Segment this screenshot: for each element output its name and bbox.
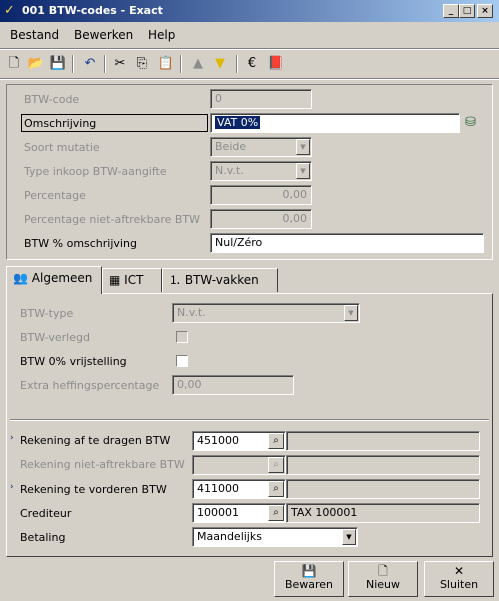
menu-bestand[interactable]: Bestand xyxy=(10,28,59,42)
menu-bewerken[interactable]: Bewerken xyxy=(74,28,133,42)
menu-help[interactable]: Help xyxy=(148,28,175,42)
required-marker-icon: › xyxy=(10,433,14,443)
copy-icon[interactable]: ⎘ xyxy=(132,54,152,74)
tab-algemeen[interactable]: 👥 Algemeen xyxy=(6,266,102,294)
euro-icon[interactable]: € xyxy=(242,54,262,74)
up-icon[interactable]: ▲ xyxy=(188,54,208,74)
chevron-down-icon: ▼ xyxy=(344,305,358,321)
type-inkoop-value: N.v.t. xyxy=(215,164,244,177)
close-button[interactable]: ✕ Sluiten xyxy=(424,561,494,597)
toolbar-divider xyxy=(0,78,499,80)
type-inkoop-select: N.v.t. ▼ xyxy=(210,161,312,181)
save-button-label: Bewaren xyxy=(284,578,334,591)
tab-btw-vakken-label: BTW-vakken xyxy=(184,273,259,287)
chevron-down-icon: ▼ xyxy=(296,163,310,179)
numbered-list-icon: ⒈ xyxy=(169,273,182,287)
lookup-icon: ⌕ xyxy=(268,457,284,473)
toolbar-separator xyxy=(180,55,182,73)
minimize-button[interactable]: _ xyxy=(443,4,459,18)
extra-heffing-label: Extra heffingspercentage xyxy=(20,379,160,392)
app-icon: ✓ xyxy=(4,3,15,18)
perc-niet-aftrekbaar-label: Percentage niet-aftrekbare BTW xyxy=(24,213,201,226)
save-icon: 💾 xyxy=(301,564,317,578)
lookup-icon[interactable]: ⌕ xyxy=(268,505,284,521)
rekening-af-te-dragen-desc xyxy=(286,431,480,451)
undo-icon[interactable]: ↶ xyxy=(80,54,100,74)
btw-verlegd-checkbox xyxy=(176,331,188,343)
omschrijving-value: VAT 0% xyxy=(215,116,261,129)
soort-mutatie-label: Soort mutatie xyxy=(24,141,100,154)
soort-mutatie-select: Beide ▼ xyxy=(210,137,312,157)
new-button-label: Nieuw xyxy=(365,578,401,591)
btw-type-select: N.v.t. ▼ xyxy=(172,303,360,323)
type-inkoop-label: Type inkoop BTW-aangifte xyxy=(24,165,167,178)
book-icon[interactable]: 📕 xyxy=(266,54,286,74)
rekening-te-vorderen-desc xyxy=(286,479,480,499)
tab-btw-vakken[interactable]: ⒈ BTW-vakken xyxy=(162,268,278,292)
rekening-af-te-dragen-label: Rekening af te dragen BTW xyxy=(20,434,171,447)
percentage-label: Percentage xyxy=(24,189,86,202)
cut-icon[interactable]: ✂ xyxy=(110,54,130,74)
btw-omschrijving-field[interactable]: Nul/Zéro xyxy=(210,233,484,253)
new-icon: 🗋 xyxy=(378,564,388,578)
toolbar-separator xyxy=(104,55,106,73)
paste-icon[interactable]: 📋 xyxy=(156,54,176,74)
users-icon: 👥 xyxy=(13,271,28,285)
down-icon[interactable]: ▼ xyxy=(210,54,230,74)
tab-algemeen-label: Algemeen xyxy=(31,271,93,285)
crediteur-desc: TAX 100001 xyxy=(286,503,480,523)
close-window-button[interactable]: × xyxy=(477,4,493,18)
menu-bar: Bestand Bewerken Help xyxy=(0,22,499,48)
maximize-button[interactable]: □ xyxy=(459,4,475,18)
btw-code-label: BTW-code xyxy=(24,93,80,106)
omschrijving-field[interactable]: VAT 0% xyxy=(210,113,460,133)
btw-vrijstelling-label: BTW 0% vrijstelling xyxy=(20,355,127,368)
toolbar: 🗋 📂 💾 ↶ ✂ ⎘ 📋 ▲ ▼ € 📕 xyxy=(0,50,499,78)
soort-mutatie-value: Beide xyxy=(215,140,247,153)
tab-ict[interactable]: ▦ ICT xyxy=(102,268,162,292)
tab-ict-label: ICT xyxy=(124,273,144,287)
btw-omschrijving-label: BTW % omschrijving xyxy=(24,237,137,250)
perc-niet-aftrekbaar-field: 0,00 xyxy=(210,209,312,229)
betaling-label: Betaling xyxy=(20,531,66,544)
ict-icon: ▦ xyxy=(109,273,121,287)
lookup-icon[interactable]: ⌕ xyxy=(268,481,284,497)
rekening-niet-aftrekbaar-label: Rekening niet-aftrekbare BTW xyxy=(20,458,185,471)
betaling-value: Maandelijks xyxy=(197,530,262,543)
save-icon[interactable]: 💾 xyxy=(48,54,68,74)
chevron-down-icon: ▼ xyxy=(296,139,310,155)
betaling-select[interactable]: Maandelijks ▼ xyxy=(192,527,358,547)
save-button[interactable]: 💾 Bewaren xyxy=(274,561,344,597)
title-bar[interactable]: ✓ 001 BTW-codes - Exact _ □ × xyxy=(0,0,499,22)
lookup-icon[interactable]: ⌕ xyxy=(268,433,284,449)
open-icon[interactable]: 📂 xyxy=(26,54,46,74)
window-title: 001 BTW-codes - Exact xyxy=(22,4,163,17)
section-divider xyxy=(10,419,489,421)
new-icon[interactable]: 🗋 xyxy=(4,54,24,74)
required-marker-icon: › xyxy=(10,482,14,492)
toolbar-separator xyxy=(236,55,238,73)
btw-verlegd-label: BTW-verlegd xyxy=(20,331,90,344)
omschrijving-label: Omschrijving xyxy=(24,117,97,130)
new-button[interactable]: 🗋 Nieuw xyxy=(348,561,418,597)
btw-code-field: 0 xyxy=(210,89,312,109)
btw-type-label: BTW-type xyxy=(20,307,74,320)
rekening-niet-aftrekbaar-desc xyxy=(286,455,480,475)
translate-icon[interactable]: ⛁ xyxy=(465,115,481,131)
close-icon: ✕ xyxy=(453,564,465,578)
close-button-label: Sluiten xyxy=(439,578,479,591)
toolbar-separator xyxy=(72,55,74,73)
extra-heffing-field: 0,00 xyxy=(172,375,294,395)
rekening-te-vorderen-label: Rekening te vorderen BTW xyxy=(20,483,167,496)
crediteur-label: Crediteur xyxy=(20,507,72,520)
chevron-down-icon: ▼ xyxy=(342,529,356,545)
btw-type-value: N.v.t. xyxy=(177,306,206,319)
percentage-field: 0,00 xyxy=(210,185,312,205)
btw-vrijstelling-checkbox[interactable] xyxy=(176,355,188,367)
